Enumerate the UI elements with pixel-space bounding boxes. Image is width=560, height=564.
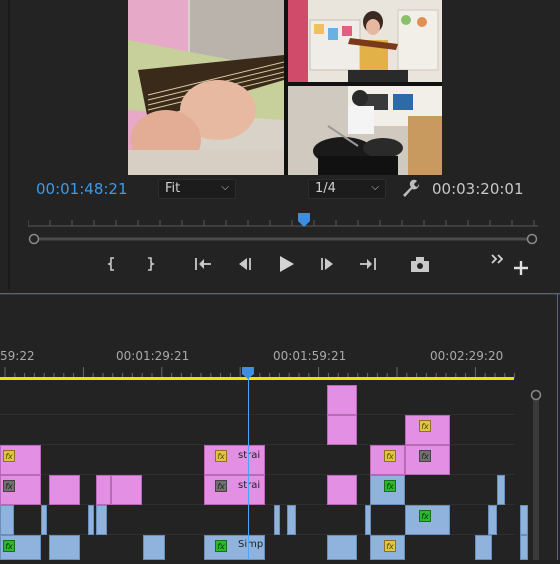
video-clip[interactable] (287, 505, 296, 535)
video-clip[interactable]: fx (405, 415, 450, 445)
wrench-icon[interactable] (400, 178, 420, 198)
fx-badge-icon: fx (3, 540, 15, 552)
timeline-vertical-scrollbar[interactable] (528, 382, 544, 560)
ruler-label: 00:01:29:21 (116, 349, 190, 363)
video-clip[interactable]: fx (370, 475, 405, 505)
video-clip[interactable] (327, 385, 357, 415)
monitor-playhead[interactable] (298, 212, 310, 227)
video-clip[interactable]: fx strai (204, 475, 265, 505)
video-clip[interactable]: fx (405, 445, 450, 475)
fx-badge-icon: fx (3, 450, 15, 462)
zoom-level-dropdown[interactable]: Fit ⌵ (158, 179, 236, 199)
video-clip[interactable] (0, 505, 14, 535)
video-clip[interactable] (497, 475, 505, 505)
play-icon[interactable] (274, 252, 298, 276)
fx-badge-icon: fx (419, 450, 431, 462)
current-timecode[interactable]: 00:01:48:21 (36, 180, 128, 198)
video-preview[interactable] (128, 0, 442, 175)
fx-badge-icon: fx (3, 480, 15, 492)
video-clip[interactable] (49, 475, 80, 505)
video-clip[interactable] (274, 505, 280, 535)
fx-badge-icon: fx (419, 420, 431, 432)
monitor-time-ruler[interactable] (27, 212, 538, 227)
video-clip[interactable]: fx Simp (204, 535, 265, 560)
video-divider (288, 82, 442, 86)
video-tile-guitar (128, 0, 284, 175)
go-to-out-icon[interactable] (356, 252, 380, 276)
step-forward-icon[interactable] (316, 252, 340, 276)
timeline-playhead[interactable] (242, 364, 254, 379)
video-clip[interactable] (327, 535, 357, 560)
video-clip[interactable] (88, 505, 94, 535)
video-clip[interactable] (111, 475, 142, 505)
more-icon[interactable] (486, 248, 510, 272)
monitor-zoom-scrollbar[interactable] (28, 230, 538, 245)
ruler-label: 59:22 (0, 349, 35, 363)
video-clip[interactable]: fx (0, 535, 41, 560)
mark-out-icon[interactable] (138, 252, 162, 276)
export-frame-icon[interactable] (408, 252, 432, 276)
fx-badge-icon: fx (384, 450, 396, 462)
video-clip[interactable] (96, 505, 107, 535)
track-area: fx fx fx strai fx fx fx fx strai fx fx f… (0, 382, 528, 560)
video-clip[interactable]: fx (0, 445, 41, 475)
video-clip[interactable]: fx (370, 535, 405, 560)
work-area-bar[interactable] (0, 377, 514, 380)
video-clip[interactable] (520, 505, 528, 535)
fx-badge-icon: fx (419, 510, 431, 522)
video-tile-drums (288, 86, 442, 175)
left-panel-edge (8, 0, 10, 290)
chevron-down-icon: ⌵ (371, 182, 379, 193)
video-clip[interactable]: fx (0, 475, 41, 505)
video-clip[interactable] (96, 475, 111, 505)
timeline-time-ruler[interactable] (0, 364, 516, 378)
video-clip[interactable] (488, 505, 497, 535)
timeline-playhead-line (248, 372, 249, 560)
fx-badge-icon: fx (384, 540, 396, 552)
video-clip[interactable] (475, 535, 492, 560)
go-to-in-icon[interactable] (191, 252, 215, 276)
video-clip[interactable]: fx (405, 505, 450, 535)
step-back-icon[interactable] (232, 252, 256, 276)
program-monitor: 00:01:48:21 Fit ⌵ 1/4 ⌵ 00:03:20:01 (0, 0, 560, 290)
add-button-icon[interactable] (509, 256, 533, 280)
duration-timecode: 00:03:20:01 (432, 180, 524, 198)
resolution-value: 1/4 (315, 181, 336, 196)
panel-focus-border (557, 293, 558, 560)
fx-badge-icon: fx (215, 480, 227, 492)
video-clip[interactable] (41, 505, 47, 535)
panel-focus-border (0, 293, 560, 294)
video-tile-violin (288, 0, 442, 82)
ruler-label: 00:02:29:20 (430, 349, 504, 363)
playback-resolution-dropdown[interactable]: 1/4 ⌵ (308, 179, 386, 199)
fx-badge-icon: fx (215, 540, 227, 552)
video-clip[interactable] (49, 535, 80, 560)
fx-badge-icon: fx (384, 480, 396, 492)
video-clip[interactable] (143, 535, 165, 560)
clip-name: strai (238, 480, 261, 491)
clip-name: strai (238, 450, 261, 461)
fx-badge-icon: fx (215, 450, 227, 462)
video-divider (284, 0, 288, 175)
video-clip[interactable]: fx (370, 445, 405, 475)
video-clip[interactable] (327, 475, 357, 505)
chevron-down-icon: ⌵ (221, 182, 229, 193)
video-clip[interactable] (327, 415, 357, 445)
ruler-label: 00:01:59:21 (273, 349, 347, 363)
video-clip[interactable] (520, 535, 528, 560)
video-clip[interactable] (365, 505, 371, 535)
clip-name: Simp (238, 539, 264, 550)
zoom-level-value: Fit (165, 181, 181, 196)
video-clip[interactable]: fx strai (204, 445, 265, 475)
mark-in-icon[interactable] (101, 252, 125, 276)
